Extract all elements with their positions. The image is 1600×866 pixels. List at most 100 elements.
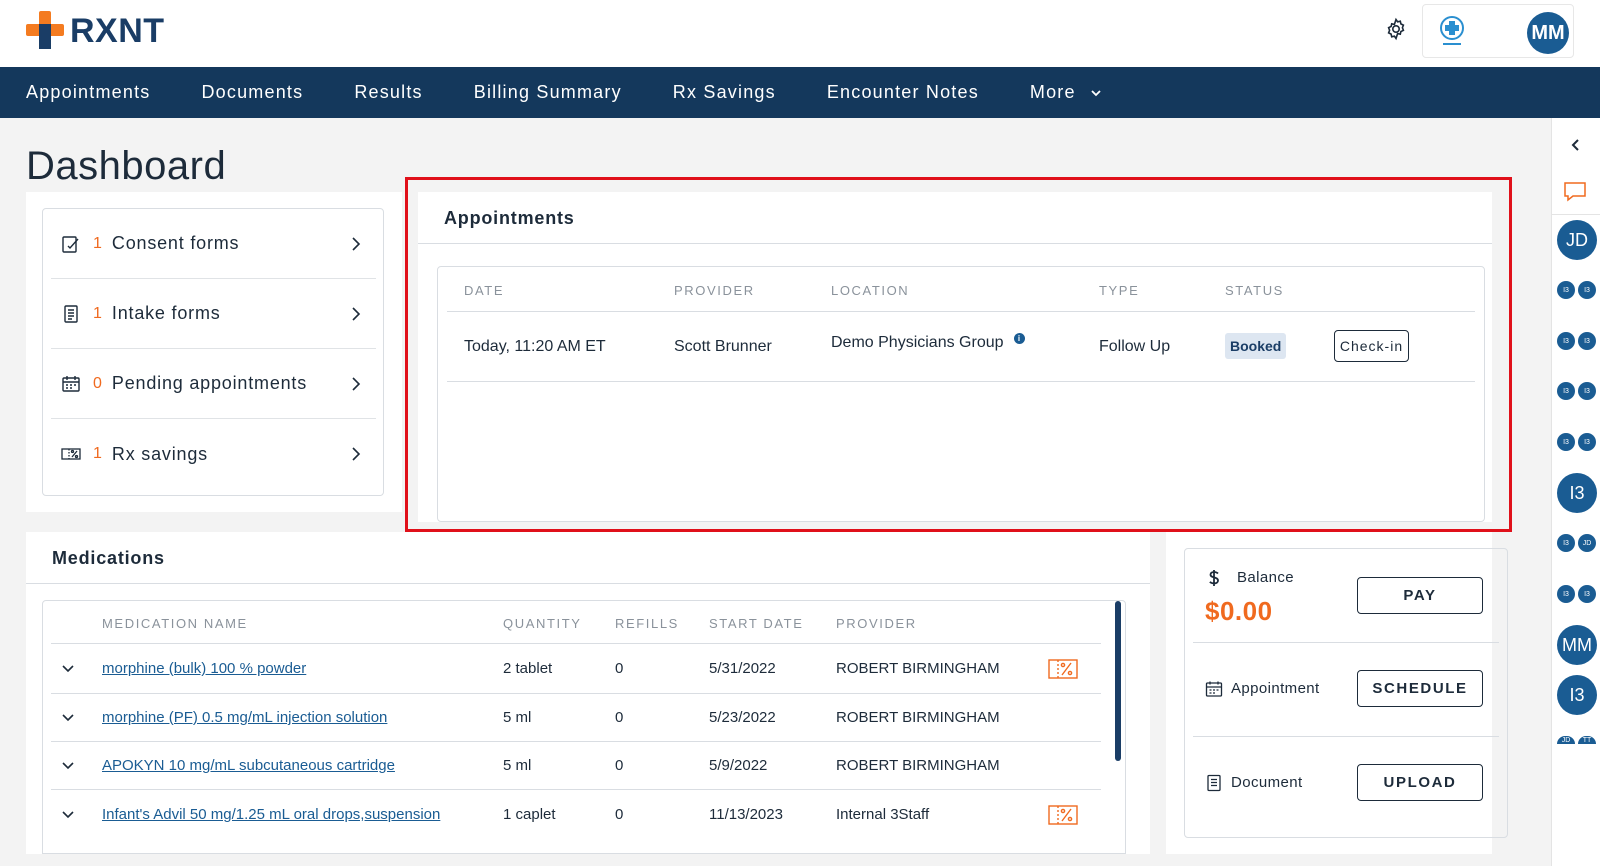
chevron-down-icon[interactable] <box>61 761 75 771</box>
chevron-left-icon[interactable] <box>1569 138 1581 152</box>
quick-links-list: 1 Consent forms 1 Intake forms 0 Pending… <box>42 208 384 496</box>
avatar[interactable]: I3 <box>1557 281 1575 299</box>
medication-refills: 0 <box>615 757 624 774</box>
chevron-right-icon <box>352 236 361 251</box>
avatar[interactable]: I3 <box>1578 585 1596 603</box>
nav-encounter-notes[interactable]: Encounter Notes <box>827 82 979 103</box>
nav-results[interactable]: Results <box>354 82 422 103</box>
avatar[interactable]: I3 <box>1557 332 1575 350</box>
consent-forms-label: Consent forms <box>111 233 240 253</box>
table-scrollbar[interactable] <box>1115 601 1121 761</box>
header-divider <box>51 643 1101 644</box>
avatar[interactable]: I3 <box>1557 675 1597 715</box>
nav-rx-savings[interactable]: Rx Savings <box>673 82 776 103</box>
quick-link-pending-appointments[interactable]: 0 Pending appointments <box>51 349 376 419</box>
nav-appointments[interactable]: Appointments <box>26 82 150 103</box>
medication-name-link[interactable]: morphine (PF) 0.5 mg/mL injection soluti… <box>102 709 387 726</box>
chevron-down-icon[interactable] <box>61 810 75 820</box>
appointment-date: Today, 11:20 AM ET <box>464 338 606 355</box>
account-actions-card: Balance $0.00 PAY Appointment SCHEDULE D… <box>1166 532 1508 854</box>
medication-refills: 0 <box>615 709 624 726</box>
rx-coupon-icon[interactable] <box>1048 805 1078 825</box>
quick-link-rx-savings[interactable]: 1 Rx savings <box>51 419 376 489</box>
coupon-icon <box>61 448 81 460</box>
appointments-title: Appointments <box>444 208 575 228</box>
avatar[interactable]: I3 <box>1578 382 1596 400</box>
nav-more[interactable]: More <box>1030 82 1102 103</box>
avatar[interactable]: MM <box>1557 625 1597 665</box>
user-avatar[interactable]: MM <box>1527 12 1569 54</box>
balance-amount: $0.00 <box>1205 596 1273 626</box>
avatar[interactable]: TT <box>1578 736 1596 744</box>
avatar[interactable]: I3 <box>1578 281 1596 299</box>
medication-name-link[interactable]: Infant's Advil 50 mg/1.25 mL oral drops,… <box>102 806 440 823</box>
avatar[interactable]: I3 <box>1557 473 1597 513</box>
info-icon[interactable]: i <box>1013 333 1025 344</box>
medication-quantity: 2 tablet <box>503 660 553 677</box>
appointment-location: Demo Physicians Group i <box>831 333 1025 352</box>
header-divider <box>447 311 1475 312</box>
avatar[interactable]: JD <box>1578 534 1596 552</box>
medication-start-date: 5/31/2022 <box>709 660 776 677</box>
appointments-header: Appointments <box>418 192 1492 244</box>
rx-savings-label: Rx savings <box>111 443 208 464</box>
medication-refills: 0 <box>615 660 624 677</box>
quick-links-card: 1 Consent forms 1 Intake forms 0 Pending… <box>26 192 402 512</box>
quick-link-intake-forms[interactable]: 1 Intake forms <box>51 279 376 349</box>
nav-billing-summary[interactable]: Billing Summary <box>474 82 622 103</box>
medication-name-link[interactable]: morphine (bulk) 100 % powder <box>102 660 306 677</box>
medication-quantity: 5 ml <box>503 757 532 774</box>
rxnt-logo[interactable]: RXNT <box>26 11 165 51</box>
medication-start-date: 11/13/2023 <box>709 806 783 823</box>
row-divider <box>51 789 1101 790</box>
settings-gear-icon[interactable] <box>1384 17 1408 41</box>
divider <box>1193 736 1499 737</box>
medication-refills: 0 <box>615 806 624 823</box>
column-header-start-date: START DATE <box>709 616 804 631</box>
quick-link-consent-forms[interactable]: 1 Consent forms <box>51 209 376 279</box>
check-in-button[interactable]: Check-in <box>1334 330 1409 362</box>
medication-name-link[interactable]: APOKYN 10 mg/mL subcutaneous cartridge <box>102 757 395 774</box>
appointments-card: Appointments DATE PROVIDER LOCATION TYPE… <box>418 192 1492 522</box>
account-actions-panel: Balance $0.00 PAY Appointment SCHEDULE D… <box>1184 548 1508 838</box>
pending-appointments-count: 0 <box>93 374 102 392</box>
avatar[interactable]: I3 <box>1557 382 1575 400</box>
row-divider <box>51 741 1101 742</box>
column-header-date: DATE <box>464 283 505 298</box>
medication-provider: ROBERT BIRMINGHAM <box>836 757 1000 774</box>
intake-forms-label: Intake forms <box>111 303 221 323</box>
medication-provider: Internal 3Staff <box>836 806 930 823</box>
avatar[interactable]: I3 <box>1557 534 1575 552</box>
upload-button[interactable]: UPLOAD <box>1357 764 1483 801</box>
avatar[interactable]: I3 <box>1578 332 1596 350</box>
rx-savings-count: 1 <box>93 445 102 462</box>
practice-user-card[interactable]: MM <box>1422 4 1574 58</box>
main-navigation: Appointments Documents Results Billing S… <box>0 67 1600 118</box>
avatar[interactable]: I3 <box>1557 585 1575 603</box>
rail-divider <box>1552 214 1600 215</box>
pending-appointments-label: Pending appointments <box>111 373 308 393</box>
rx-coupon-icon[interactable] <box>1048 659 1078 679</box>
appointment-label: Appointment <box>1231 680 1320 697</box>
chevron-down-icon[interactable] <box>61 713 75 723</box>
medication-provider: ROBERT BIRMINGHAM <box>836 709 1000 726</box>
chevron-down-icon[interactable] <box>61 664 75 674</box>
brand-name: RXNT <box>70 11 165 50</box>
chat-icon[interactable] <box>1562 180 1588 204</box>
nav-documents[interactable]: Documents <box>201 82 303 103</box>
row-divider <box>51 693 1101 694</box>
medications-header: Medications <box>26 532 1150 584</box>
medical-practice-logo-icon <box>1440 16 1464 45</box>
balance-label: Balance <box>1237 569 1295 586</box>
medication-provider: ROBERT BIRMINGHAM <box>836 660 1000 677</box>
schedule-button[interactable]: SCHEDULE <box>1357 670 1483 707</box>
medications-card: Medications MEDICATION NAME QUANTITY REF… <box>26 532 1150 854</box>
avatar[interactable]: JD <box>1557 736 1575 744</box>
avatar[interactable]: I3 <box>1578 433 1596 451</box>
intake-forms-count: 1 <box>93 304 102 322</box>
pay-button[interactable]: PAY <box>1357 577 1483 614</box>
appointments-table: DATE PROVIDER LOCATION TYPE STATUS Today… <box>437 266 1485 522</box>
avatar[interactable]: I3 <box>1557 433 1575 451</box>
avatar[interactable]: JD <box>1557 220 1597 260</box>
medication-quantity: 5 ml <box>503 709 532 726</box>
